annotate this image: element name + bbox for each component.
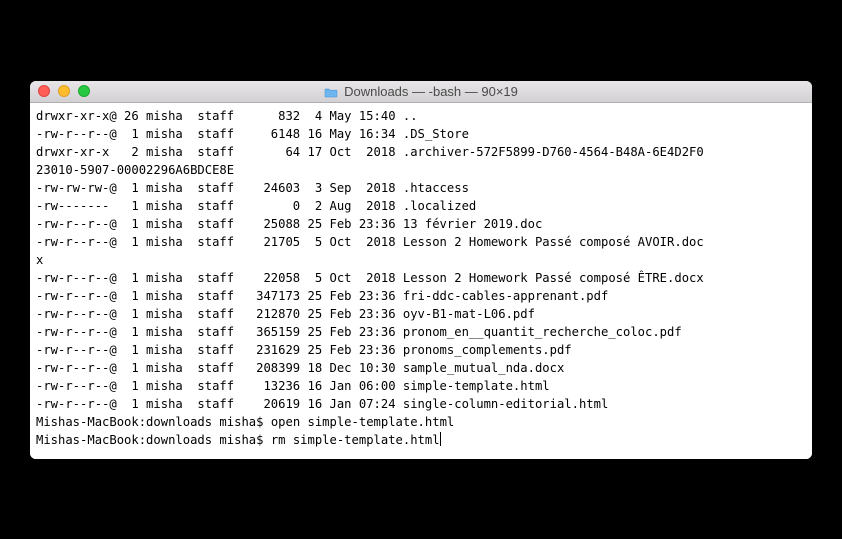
traffic-lights bbox=[30, 85, 90, 97]
shell-command: open simple-template.html bbox=[271, 415, 454, 429]
text-cursor bbox=[440, 432, 441, 446]
prompt-line: Mishas-MacBook:downloads misha$ open sim… bbox=[36, 413, 806, 431]
folder-icon bbox=[324, 86, 338, 97]
maximize-icon[interactable] bbox=[78, 85, 90, 97]
shell-command: rm simple-template.html bbox=[271, 433, 440, 447]
terminal-window: Downloads — -bash — 90×19 drwxr-xr-x@ 26… bbox=[30, 81, 812, 459]
shell-prompt: Mishas-MacBook:downloads misha$ bbox=[36, 433, 271, 447]
titlebar[interactable]: Downloads — -bash — 90×19 bbox=[30, 81, 812, 103]
minimize-icon[interactable] bbox=[58, 85, 70, 97]
prompt-line: Mishas-MacBook:downloads misha$ rm simpl… bbox=[36, 431, 806, 449]
shell-prompt: Mishas-MacBook:downloads misha$ bbox=[36, 415, 271, 429]
ls-output: drwxr-xr-x@ 26 misha staff 832 4 May 15:… bbox=[36, 109, 704, 411]
close-icon[interactable] bbox=[38, 85, 50, 97]
window-title-text: Downloads — -bash — 90×19 bbox=[344, 84, 518, 99]
window-title: Downloads — -bash — 90×19 bbox=[30, 84, 812, 99]
terminal-body[interactable]: drwxr-xr-x@ 26 misha staff 832 4 May 15:… bbox=[30, 103, 812, 459]
